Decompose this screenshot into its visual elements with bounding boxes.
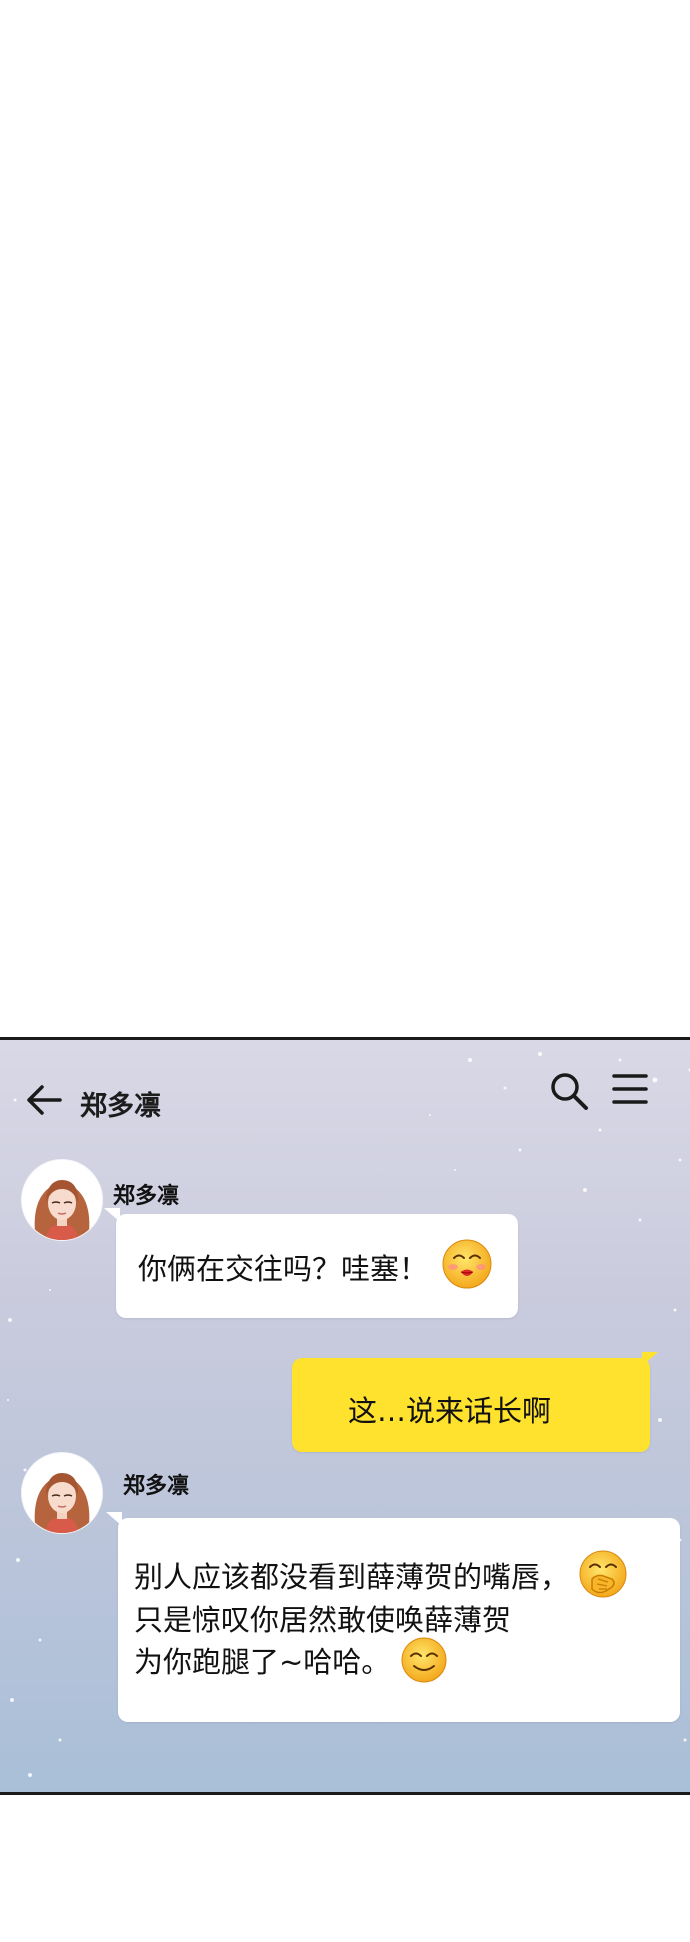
sender-name: 郑多凛: [113, 1184, 180, 1209]
girl-avatar-icon: [22, 1160, 102, 1240]
chat-header: 郑多凛: [0, 1040, 690, 1150]
chat-title: 郑多凛: [80, 1091, 161, 1122]
message-bubble[interactable]: 你俩在交往吗？哇塞！: [116, 1214, 518, 1318]
message-line: 为你跑腿了~哈哈。: [134, 1637, 680, 1684]
sender-name: 郑多凛: [123, 1474, 190, 1499]
kissing-face-icon: [442, 1239, 492, 1289]
back-arrow-icon[interactable]: [24, 1082, 64, 1118]
avatar[interactable]: [22, 1453, 102, 1533]
chat-screen: 郑多凛 郑多凛 你俩在交往吗？哇塞！ 这…说来话长啊 郑多凛 别人应该都没看到薛…: [0, 1037, 690, 1795]
smiling-face-icon: [401, 1637, 447, 1683]
message-text: 你俩在交往吗？哇塞！: [138, 1252, 429, 1286]
search-icon[interactable]: [548, 1070, 590, 1112]
message-text: 这…说来话长啊: [348, 1394, 552, 1428]
message-line: 别人应该都没看到薛薄贺的嘴唇，: [134, 1550, 680, 1599]
message-bubble[interactable]: 别人应该都没看到薛薄贺的嘴唇， 只是惊叹你居然敢使唤薛薄贺 为你跑腿了~哈哈。: [118, 1518, 680, 1722]
message-bubble-mine[interactable]: 这…说来话长啊: [292, 1358, 650, 1452]
girl-avatar-icon: [22, 1453, 102, 1533]
face-with-hand-over-mouth-icon: [579, 1550, 627, 1598]
avatar[interactable]: [22, 1160, 102, 1240]
message-line: 只是惊叹你居然敢使唤薛薄贺: [134, 1603, 512, 1637]
menu-icon[interactable]: [612, 1072, 648, 1106]
